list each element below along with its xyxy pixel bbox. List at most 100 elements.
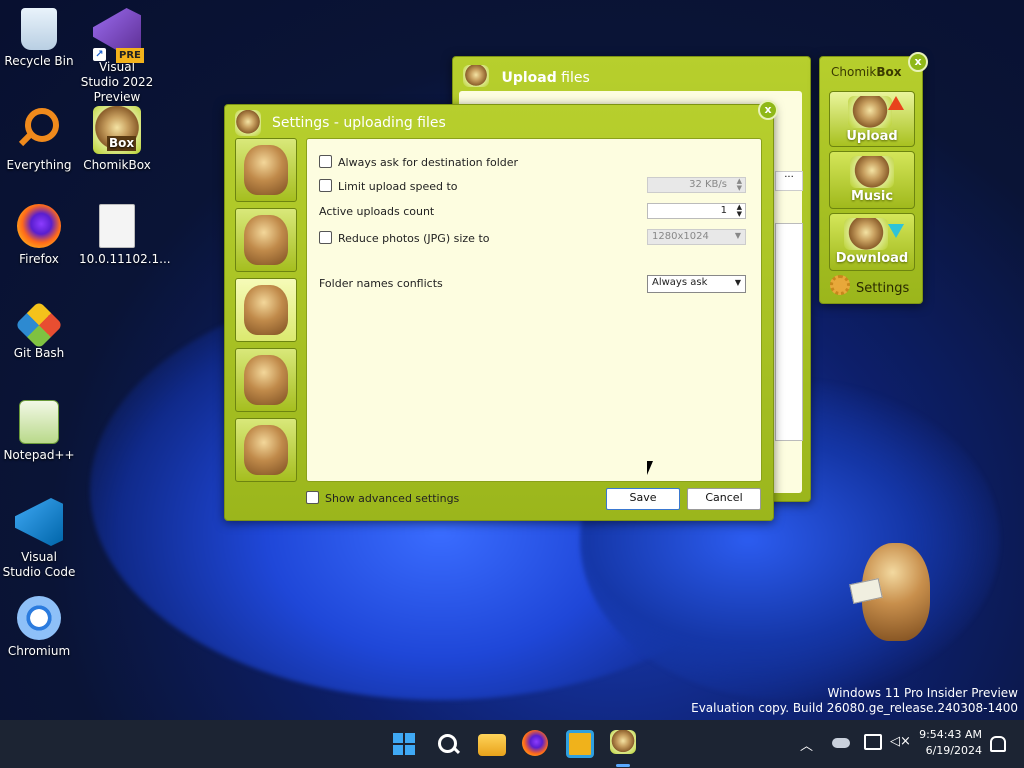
panel-settings-button[interactable]: Settings xyxy=(830,275,914,297)
desktop-icon-label: Visual Studio Code xyxy=(2,550,76,579)
file-explorer-icon[interactable] xyxy=(478,734,506,756)
show-advanced-label: Show advanced settings xyxy=(325,492,460,505)
settings-dialog[interactable]: Settings - uploading files x Always ask … xyxy=(224,100,778,521)
watermark-line2: Evaluation copy. Build 26080.ge_release.… xyxy=(691,701,1018,715)
firefox-icon xyxy=(17,204,61,248)
settings-label: Settings xyxy=(856,281,910,296)
desktop-icon-label: Chromium xyxy=(7,644,71,658)
taskbar-chomikbox-icon[interactable] xyxy=(610,730,638,758)
clock-date: 6/19/2024 xyxy=(925,744,982,757)
upload-label: Upload xyxy=(846,129,898,144)
upload-title-rest: files xyxy=(556,70,590,86)
folder-conflicts-value: Always ask xyxy=(652,277,708,288)
beaver-upload-icon xyxy=(244,285,288,335)
category-tile-upload[interactable] xyxy=(235,278,297,342)
settings-close-button[interactable]: x xyxy=(758,100,778,120)
upload-list-area[interactable] xyxy=(775,223,803,441)
desktop-icon-recycle-bin[interactable]: Recycle Bin xyxy=(1,8,77,69)
beaver-palette-icon xyxy=(244,215,288,265)
show-advanced-checkbox[interactable] xyxy=(306,491,319,504)
save-button[interactable]: Save xyxy=(606,488,680,510)
music-beaver-icon xyxy=(850,156,894,188)
chomikbox-panel[interactable]: ChomikBox x Upload Music Download Settin… xyxy=(819,52,928,304)
desktop-icon-notepadpp[interactable]: Notepad++ xyxy=(1,400,77,463)
folder-conflicts-label: Folder names conflicts xyxy=(319,277,443,290)
reduce-photos-checkbox[interactable] xyxy=(319,231,332,244)
reduce-photos-option[interactable]: Reduce photos (JPG) size to xyxy=(319,231,490,245)
up-arrow-icon xyxy=(888,96,904,110)
box-badge: Box xyxy=(107,136,137,151)
beaver-download-icon xyxy=(244,425,288,475)
show-advanced-option[interactable]: Show advanced settings xyxy=(306,491,459,505)
taskbar-firefox-icon[interactable] xyxy=(522,730,548,756)
volume-icon[interactable]: ◁× xyxy=(890,734,911,749)
category-tile-general[interactable] xyxy=(235,138,297,202)
category-tile-download[interactable] xyxy=(235,418,297,482)
category-tile-appearance[interactable] xyxy=(235,208,297,272)
network-icon[interactable] xyxy=(864,734,882,750)
panel-music-button[interactable]: Music xyxy=(829,151,915,209)
panel-upload-button[interactable]: Upload xyxy=(829,91,915,147)
upload-speed-spinner[interactable]: 32 KB/s ▲ ▼ xyxy=(647,177,746,193)
always-ask-option[interactable]: Always ask for destination folder xyxy=(319,155,518,169)
upload-speed-value: 32 KB/s xyxy=(689,179,727,190)
tray-chevron-up-icon[interactable]: ︿ xyxy=(800,735,813,754)
onedrive-icon[interactable] xyxy=(832,738,850,748)
taskbar: ︿ ◁× 9:54:43 AM 6/19/2024 xyxy=(0,720,1024,768)
desktop-icon-chromium[interactable]: Chromium xyxy=(1,596,77,659)
upload-more-button[interactable]: ··· xyxy=(775,171,803,191)
beaver-headphones-icon xyxy=(244,355,288,405)
desktop-icon-label: Firefox xyxy=(19,252,59,266)
folder-conflicts-select[interactable]: Always ask ▼ xyxy=(647,275,746,293)
active-uploads-spinner[interactable]: 1 ▲ ▼ xyxy=(647,203,746,219)
limit-speed-option[interactable]: Limit upload speed to xyxy=(319,179,458,193)
always-ask-label: Always ask for destination folder xyxy=(338,156,519,169)
download-label: Download xyxy=(835,251,909,266)
windows-watermark: Windows 11 Pro Insider Preview Evaluatio… xyxy=(691,686,1018,716)
desktop-icon-git-bash[interactable]: Git Bash xyxy=(1,300,77,361)
spinner-arrows-icon: ▲ ▼ xyxy=(736,177,742,192)
desktop-icon-file[interactable]: 10.0.11102.1... xyxy=(79,204,171,267)
photo-size-value: 1280x1024 xyxy=(652,231,709,242)
desktop-icon-label: Notepad++ xyxy=(3,448,75,462)
settings-dialog-icon xyxy=(235,110,261,136)
down-arrow-icon xyxy=(888,224,904,238)
file-icon xyxy=(99,204,135,248)
upload-title-bold: Upload xyxy=(501,70,557,86)
taskbar-app-icon[interactable] xyxy=(566,730,594,758)
desktop-icon-firefox[interactable]: Firefox xyxy=(1,204,77,267)
notification-bell-icon[interactable] xyxy=(990,736,1006,752)
taskbar-search-button[interactable] xyxy=(434,730,462,758)
cancel-button[interactable]: Cancel xyxy=(687,488,761,510)
desktop-icon-visual-studio[interactable]: PRE ↗ Visual Studio 2022 Preview xyxy=(79,8,155,105)
settings-panel: Always ask for destination folder Limit … xyxy=(306,138,762,482)
chomikbox-close-button[interactable]: x xyxy=(908,52,928,72)
panel-download-button[interactable]: Download xyxy=(829,213,915,271)
start-button[interactable] xyxy=(390,730,418,758)
desktop-icon-chomikbox[interactable]: Box ChomikBox xyxy=(79,106,155,173)
gear-icon xyxy=(830,275,850,295)
active-uploads-option: Active uploads count xyxy=(319,205,434,218)
desktop-icon-label: ChomikBox xyxy=(83,158,151,172)
mouse-cursor-icon xyxy=(647,461,653,475)
chevron-down-icon: ▼ xyxy=(734,278,741,287)
clock-time: 9:54:43 AM xyxy=(919,728,982,741)
git-icon xyxy=(14,300,64,350)
taskbar-clock[interactable]: 9:54:43 AM 6/19/2024 xyxy=(912,727,982,759)
desktop-icon-label: Git Bash xyxy=(13,346,65,360)
active-uploads-value: 1 xyxy=(720,205,727,216)
always-ask-checkbox[interactable] xyxy=(319,155,332,168)
chomikbox-panel-title: ChomikBox xyxy=(831,65,901,79)
desktop-icon-label: Recycle Bin xyxy=(4,54,74,68)
photo-size-select[interactable]: 1280x1024 ▼ xyxy=(647,229,746,245)
category-tile-music[interactable] xyxy=(235,348,297,412)
desktop-icon-vscode[interactable]: Visual Studio Code xyxy=(1,498,77,580)
limit-speed-checkbox[interactable] xyxy=(319,179,332,192)
watermark-line1: Windows 11 Pro Insider Preview xyxy=(827,686,1018,700)
upload-beaver-icon xyxy=(848,96,892,128)
desktop-icon-everything[interactable]: Everything xyxy=(1,106,77,173)
limit-speed-label: Limit upload speed to xyxy=(338,180,458,193)
settings-dialog-title: Settings - uploading files xyxy=(272,115,446,131)
reduce-photos-label: Reduce photos (JPG) size to xyxy=(338,232,490,245)
music-label: Music xyxy=(850,189,894,204)
